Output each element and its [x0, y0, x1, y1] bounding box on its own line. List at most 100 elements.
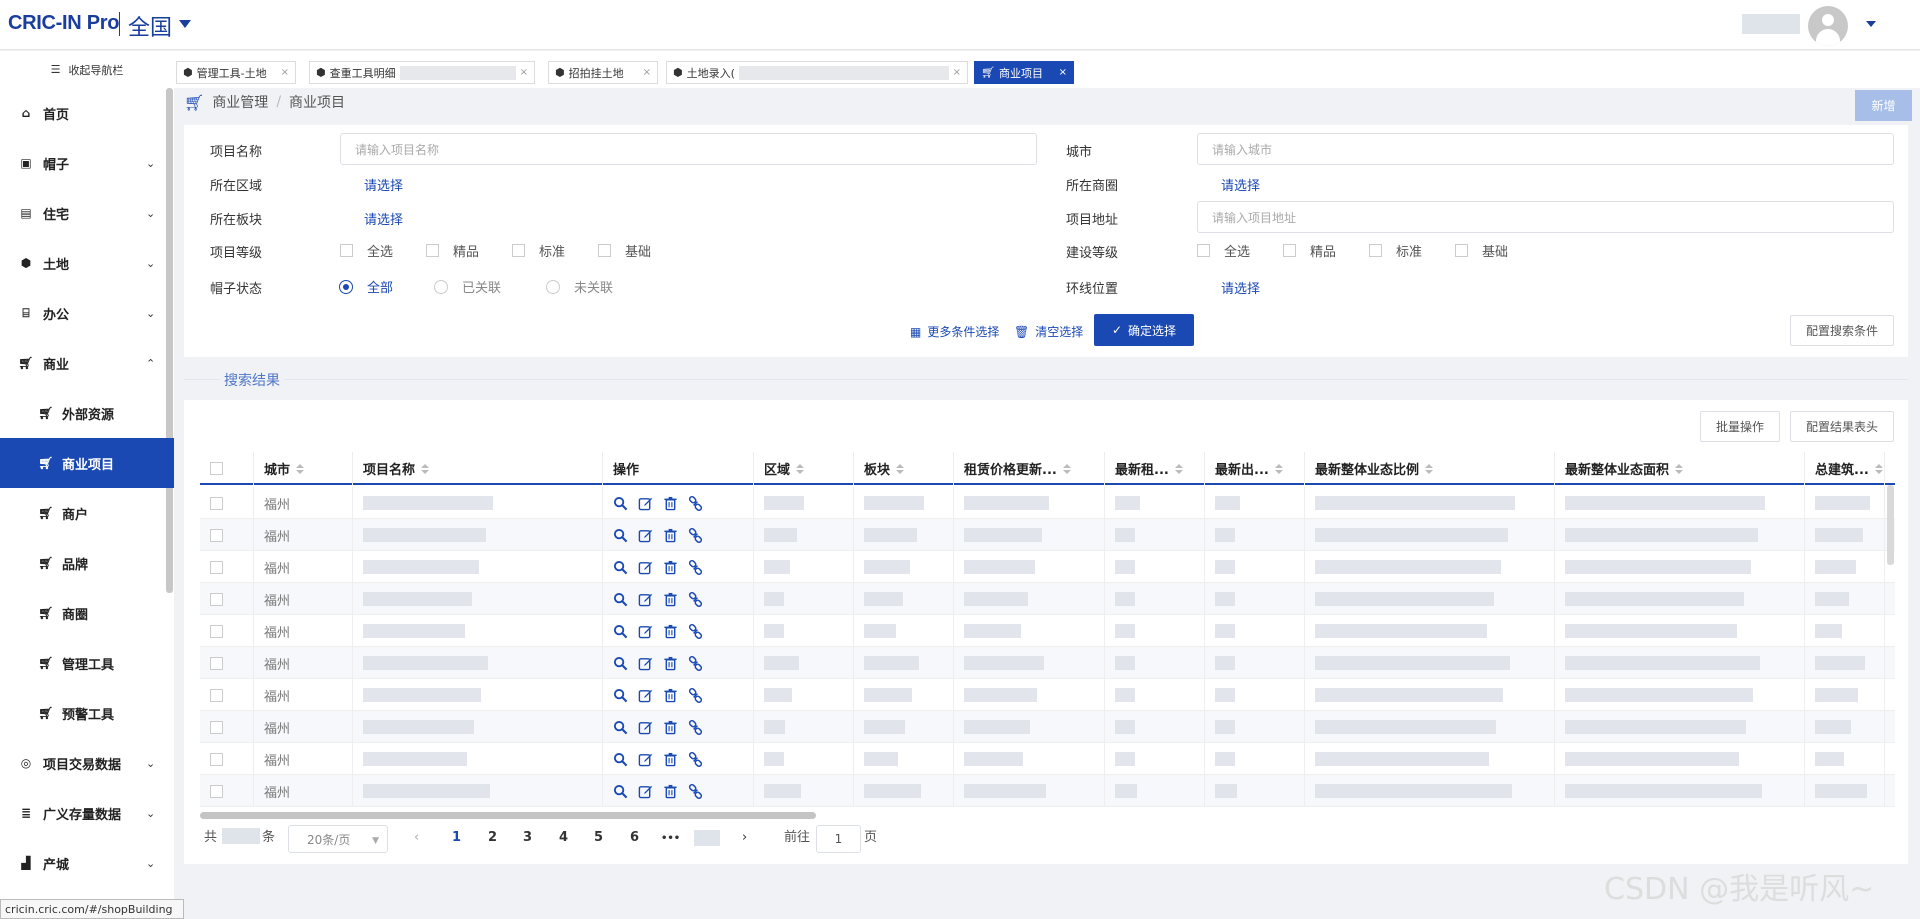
- next-page-button[interactable]: ›: [742, 830, 747, 845]
- breadcrumb-root[interactable]: 商业管理: [212, 92, 268, 112]
- table-row[interactable]: 福州: [200, 679, 1895, 711]
- column-header-rent-update[interactable]: 租赁价格更新...: [954, 452, 1105, 485]
- link-icon[interactable]: [688, 655, 703, 671]
- address-input[interactable]: 请输入项目地址: [1197, 201, 1894, 233]
- sidebar-item-hat[interactable]: ▣ 帽子 ⌄: [0, 138, 174, 188]
- table-horizontal-scrollbar[interactable]: [200, 812, 816, 819]
- page-3[interactable]: 3: [523, 830, 532, 845]
- delete-icon[interactable]: [663, 624, 678, 639]
- view-icon[interactable]: [613, 560, 628, 575]
- sidebar-item-warning-tools[interactable]: 🛒︎ 预警工具: [0, 688, 174, 738]
- edit-icon[interactable]: [638, 560, 653, 575]
- page-size-select[interactable]: 20条/页 ▼: [288, 825, 388, 853]
- sort-icon[interactable]: [296, 463, 305, 474]
- more-conditions-button[interactable]: ▦ 更多条件选择: [910, 323, 999, 340]
- edit-icon[interactable]: [638, 656, 653, 671]
- sidebar-item-stock-data[interactable]: ≣ 广义存量数据 ⌄: [0, 788, 174, 838]
- view-icon[interactable]: [613, 720, 628, 735]
- user-menu-chevron-icon[interactable]: [1866, 21, 1876, 27]
- row-checkbox[interactable]: [200, 615, 254, 647]
- project-name-input[interactable]: 请输入项目名称: [340, 133, 1037, 165]
- link-icon[interactable]: [688, 623, 703, 639]
- confirm-button[interactable]: ✓ 确定选择: [1094, 314, 1194, 346]
- config-search-button[interactable]: 配置搜索条件: [1790, 315, 1894, 346]
- delete-icon[interactable]: [663, 688, 678, 703]
- sidebar-item-land[interactable]: ⬢ 土地 ⌄: [0, 238, 174, 288]
- column-header-district[interactable]: 区域: [754, 452, 854, 485]
- table-vertical-scrollbar[interactable]: [1887, 485, 1894, 565]
- sort-icon[interactable]: [796, 463, 805, 474]
- view-icon[interactable]: [613, 624, 628, 639]
- table-row[interactable]: 福州: [200, 519, 1895, 551]
- edit-icon[interactable]: [638, 592, 653, 607]
- hat-status-linked-radio[interactable]: 已关联: [434, 277, 501, 296]
- block-select[interactable]: 请选择: [364, 209, 403, 228]
- sidebar-item-industry-city[interactable]: ▟ 产城 ⌄: [0, 838, 174, 888]
- sidebar-item-management-tools[interactable]: 🛒︎ 管理工具: [0, 638, 174, 688]
- row-checkbox[interactable]: [200, 647, 254, 679]
- select-all-checkbox[interactable]: [200, 452, 254, 485]
- sidebar-item-business-circles[interactable]: 🛒︎ 商圈: [0, 588, 174, 638]
- edit-icon[interactable]: [638, 688, 653, 703]
- delete-icon[interactable]: [663, 784, 678, 799]
- project-level-all-checkbox[interactable]: 全选: [340, 241, 393, 260]
- region-selector[interactable]: 全国: [128, 10, 172, 42]
- new-button[interactable]: 新增: [1855, 90, 1912, 121]
- avatar[interactable]: [1808, 6, 1848, 46]
- build-level-standard-checkbox[interactable]: 标准: [1369, 241, 1422, 260]
- view-icon[interactable]: [613, 688, 628, 703]
- sidebar-item-residential[interactable]: ▤ 住宅 ⌄: [0, 188, 174, 238]
- table-row[interactable]: 福州: [200, 583, 1895, 615]
- column-header-latest-rent[interactable]: 最新租...: [1105, 452, 1205, 485]
- edit-icon[interactable]: [638, 496, 653, 511]
- row-checkbox[interactable]: [200, 551, 254, 583]
- page-4[interactable]: 4: [559, 830, 568, 845]
- row-checkbox[interactable]: [200, 775, 254, 807]
- edit-icon[interactable]: [638, 752, 653, 767]
- sort-icon[interactable]: [896, 463, 905, 474]
- delete-icon[interactable]: [663, 720, 678, 735]
- tab-land-entry[interactable]: ⬢ 土地录入( ×: [666, 61, 968, 84]
- table-row[interactable]: 福州: [200, 487, 1895, 519]
- sidebar-item-home[interactable]: ⌂ 首页: [0, 88, 174, 138]
- tab-duplicate-check[interactable]: ⬢ 查重工具明细 ×: [309, 61, 535, 84]
- link-icon[interactable]: [688, 751, 703, 767]
- page-1[interactable]: 1: [452, 830, 461, 845]
- close-icon[interactable]: ×: [953, 67, 961, 78]
- sort-icon[interactable]: [421, 463, 430, 474]
- sidebar-item-commercial[interactable]: 🛒︎ 商业 ⌃: [0, 338, 174, 388]
- hat-status-unlinked-radio[interactable]: 未关联: [546, 277, 613, 296]
- sort-icon[interactable]: [1062, 463, 1071, 474]
- column-header-block[interactable]: 板块: [854, 452, 954, 485]
- view-icon[interactable]: [613, 784, 628, 799]
- batch-operation-button[interactable]: 批量操作: [1700, 411, 1780, 442]
- link-icon[interactable]: [688, 783, 703, 799]
- view-icon[interactable]: [613, 592, 628, 607]
- view-icon[interactable]: [613, 656, 628, 671]
- page-6[interactable]: 6: [630, 830, 639, 845]
- build-level-all-checkbox[interactable]: 全选: [1197, 241, 1250, 260]
- clear-button[interactable]: 🗑︎ 清空选择: [1014, 323, 1083, 340]
- page-2[interactable]: 2: [488, 830, 497, 845]
- link-icon[interactable]: [688, 527, 703, 543]
- table-row[interactable]: 福州: [200, 743, 1895, 775]
- column-header-city[interactable]: 城市: [254, 452, 353, 485]
- close-icon[interactable]: ×: [281, 67, 289, 78]
- view-icon[interactable]: [613, 752, 628, 767]
- sort-icon[interactable]: [1874, 463, 1883, 474]
- config-header-button[interactable]: 配置结果表头: [1790, 411, 1894, 442]
- column-header-latest-lease[interactable]: 最新出...: [1205, 452, 1305, 485]
- sort-icon[interactable]: [1274, 463, 1283, 474]
- link-icon[interactable]: [688, 719, 703, 735]
- ring-position-select[interactable]: 请选择: [1221, 278, 1260, 297]
- app-logo[interactable]: CRIC-IN Pro: [8, 12, 119, 35]
- view-icon[interactable]: [613, 496, 628, 511]
- tab-auction-land[interactable]: ⬢ 招拍挂土地 ×: [548, 61, 658, 84]
- table-row[interactable]: 福州: [200, 711, 1895, 743]
- city-input[interactable]: 请输入城市: [1197, 133, 1894, 165]
- delete-icon[interactable]: [663, 752, 678, 767]
- prev-page-button[interactable]: ‹: [414, 830, 419, 845]
- table-row[interactable]: 福州: [200, 615, 1895, 647]
- delete-icon[interactable]: [663, 496, 678, 511]
- row-checkbox[interactable]: [200, 583, 254, 615]
